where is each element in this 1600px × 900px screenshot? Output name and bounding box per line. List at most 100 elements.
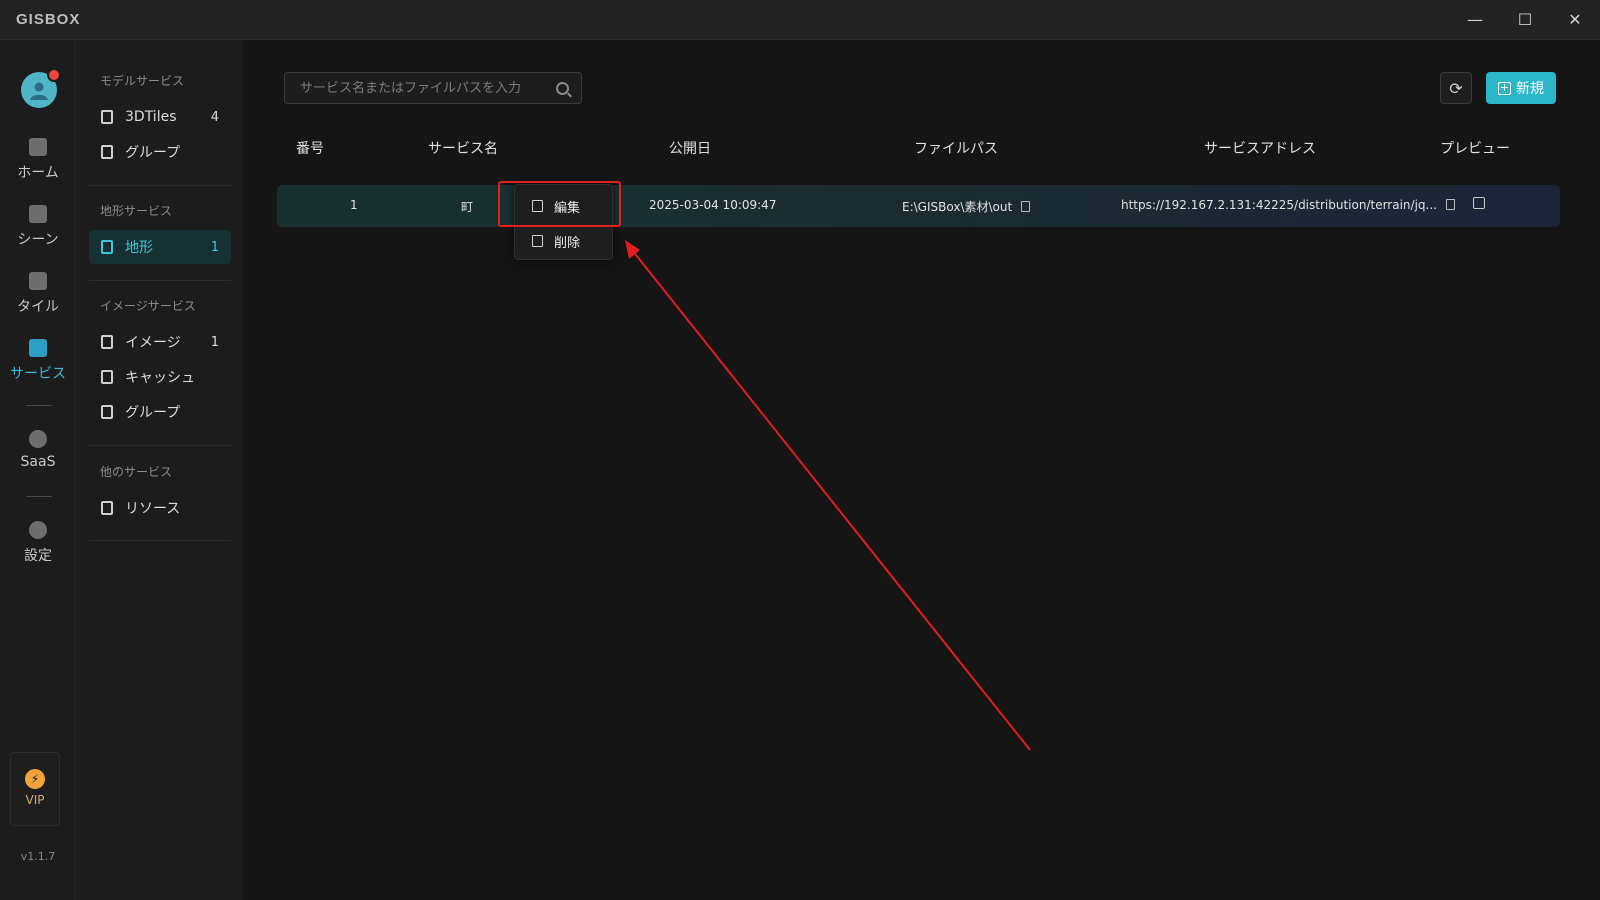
sidebar-item-3dtiles[interactable]: 3DTiles 4 xyxy=(89,100,231,134)
app-logo: GISBOX xyxy=(16,11,81,28)
column-header-date: 公開日 xyxy=(669,141,711,157)
minimize-icon: — xyxy=(1467,10,1483,29)
sidebar-item-image[interactable]: イメージ 1 xyxy=(89,325,231,359)
rail-item-tile[interactable]: タイル xyxy=(0,272,76,316)
sidebar-item-count: 4 xyxy=(210,109,219,125)
rail-item-settings[interactable]: 設定 xyxy=(0,521,76,565)
refresh-button[interactable]: ⟳ xyxy=(1440,72,1472,104)
model-icon xyxy=(101,110,113,124)
group-icon xyxy=(101,405,113,419)
new-button-label: 新規 xyxy=(1516,81,1544,97)
trash-icon xyxy=(532,235,543,247)
sidebar-item-model-group[interactable]: グループ xyxy=(89,135,231,169)
cell-address-text: https://192.167.2.131:42225/distribution… xyxy=(1121,198,1437,212)
column-header-address: サービスアドレス xyxy=(1204,141,1316,157)
settings-icon xyxy=(29,521,47,539)
rail-item-saas[interactable]: SaaS xyxy=(0,430,76,470)
rail-item-label: SaaS xyxy=(20,454,56,470)
group-title-terrain: 地形サービス xyxy=(100,204,173,218)
notification-badge xyxy=(47,68,61,82)
service-icon xyxy=(29,339,47,357)
title-bar: GISBOX — ☐ ✕ xyxy=(0,0,1600,40)
avatar[interactable] xyxy=(21,68,61,108)
service-sidebar: モデルサービス 3DTiles 4 グループ 地形サービス 地形 1 イメージサ… xyxy=(76,40,242,900)
maximize-icon: ☐ xyxy=(1517,10,1533,29)
group-title-image: イメージサービス xyxy=(100,299,196,313)
column-header-preview: プレビュー xyxy=(1440,141,1510,157)
tile-icon xyxy=(29,272,47,290)
rail-item-label: サービス xyxy=(10,366,66,382)
refresh-icon: ⟳ xyxy=(1449,78,1463,98)
cell-path-text: E:\GISBox\素材\out xyxy=(902,200,1013,214)
cell-number: 1 xyxy=(350,198,358,212)
sidebar-item-cache[interactable]: キャッシュ xyxy=(89,360,231,394)
lightning-icon: ⚡ xyxy=(25,769,45,789)
menu-item-delete[interactable]: 削除 xyxy=(515,224,614,258)
vip-label: VIP xyxy=(25,793,45,807)
cell-name: 町 xyxy=(461,200,474,214)
sidebar-item-label: イメージ xyxy=(125,335,181,351)
sidebar-item-label: グループ xyxy=(125,405,181,421)
group-title-other: 他のサービス xyxy=(100,465,173,479)
terrain-icon xyxy=(101,240,113,254)
close-button[interactable]: ✕ xyxy=(1550,0,1600,40)
maximize-button[interactable]: ☐ xyxy=(1500,0,1550,40)
group-icon xyxy=(101,145,113,159)
resource-icon xyxy=(101,501,113,515)
app-version: v1.1.7 xyxy=(20,850,56,863)
sidebar-item-label: 地形 xyxy=(125,240,153,256)
rail-divider xyxy=(26,496,52,497)
copy-address-icon[interactable] xyxy=(1445,199,1455,210)
sidebar-item-label: 3DTiles xyxy=(125,109,177,125)
sidebar-divider xyxy=(89,280,231,281)
new-button[interactable]: + 新規 xyxy=(1486,72,1556,104)
rail-item-service[interactable]: サービス xyxy=(0,339,76,383)
preview-icon[interactable] xyxy=(1473,197,1485,209)
rail-divider xyxy=(26,405,52,406)
lock-icon xyxy=(29,430,47,448)
sidebar-divider xyxy=(89,185,231,186)
column-header-path: ファイルパス xyxy=(914,141,998,157)
column-header-number: 番号 xyxy=(296,141,324,157)
search-input[interactable] xyxy=(300,80,556,96)
sidebar-item-count: 1 xyxy=(210,334,219,350)
cell-address: https://192.167.2.131:42225/distribution… xyxy=(1121,198,1455,212)
rail-item-label: 設定 xyxy=(24,548,52,564)
vip-button[interactable]: ⚡ VIP xyxy=(10,752,60,826)
search-box[interactable] xyxy=(284,72,582,104)
window-controls: — ☐ ✕ xyxy=(1450,0,1600,40)
rail-item-label: ホーム xyxy=(17,165,59,181)
menu-item-label: 削除 xyxy=(554,235,581,251)
minimize-button[interactable]: — xyxy=(1450,0,1500,40)
user-icon xyxy=(30,82,48,100)
cell-date: 2025-03-04 10:09:47 xyxy=(649,198,777,212)
search-icon[interactable] xyxy=(556,81,569,95)
rail-item-label: タイル xyxy=(17,299,59,315)
sidebar-item-label: リソース xyxy=(125,501,181,517)
nav-rail: ホーム シーン タイル サービス SaaS 設定 ⚡ VIP v1.1.7 xyxy=(0,40,76,900)
home-icon xyxy=(29,138,47,156)
add-icon: + xyxy=(1498,80,1511,95)
table-row[interactable]: 1 町 2025-03-04 10:09:47 E:\GISBox\素材\out… xyxy=(277,185,1560,227)
group-title-model: モデルサービス xyxy=(100,74,185,88)
main-panel: ⟳ + 新規 番号 サービス名 公開日 ファイルパス サービスアドレス プレビュ… xyxy=(242,40,1600,900)
sidebar-divider xyxy=(89,445,231,446)
rail-item-scene[interactable]: シーン xyxy=(0,205,76,249)
cache-icon xyxy=(101,370,113,384)
sidebar-item-image-group[interactable]: グループ xyxy=(89,395,231,429)
annotation-highlight-box xyxy=(498,181,621,227)
rail-item-home[interactable]: ホーム xyxy=(0,138,76,182)
sidebar-divider xyxy=(89,540,231,541)
column-header-name: サービス名 xyxy=(428,141,498,157)
rail-item-label: シーン xyxy=(17,232,59,248)
cell-path: E:\GISBox\素材\out xyxy=(902,198,1031,215)
sidebar-item-terrain[interactable]: 地形 1 xyxy=(89,230,231,264)
sidebar-item-label: キャッシュ xyxy=(125,370,195,386)
sidebar-item-resource[interactable]: リソース xyxy=(89,491,231,525)
image-icon xyxy=(101,335,113,349)
scene-icon xyxy=(29,205,47,223)
sidebar-item-count: 1 xyxy=(210,239,219,255)
copy-path-icon[interactable] xyxy=(1021,201,1031,212)
close-icon: ✕ xyxy=(1568,10,1582,29)
sidebar-item-label: グループ xyxy=(125,145,181,161)
